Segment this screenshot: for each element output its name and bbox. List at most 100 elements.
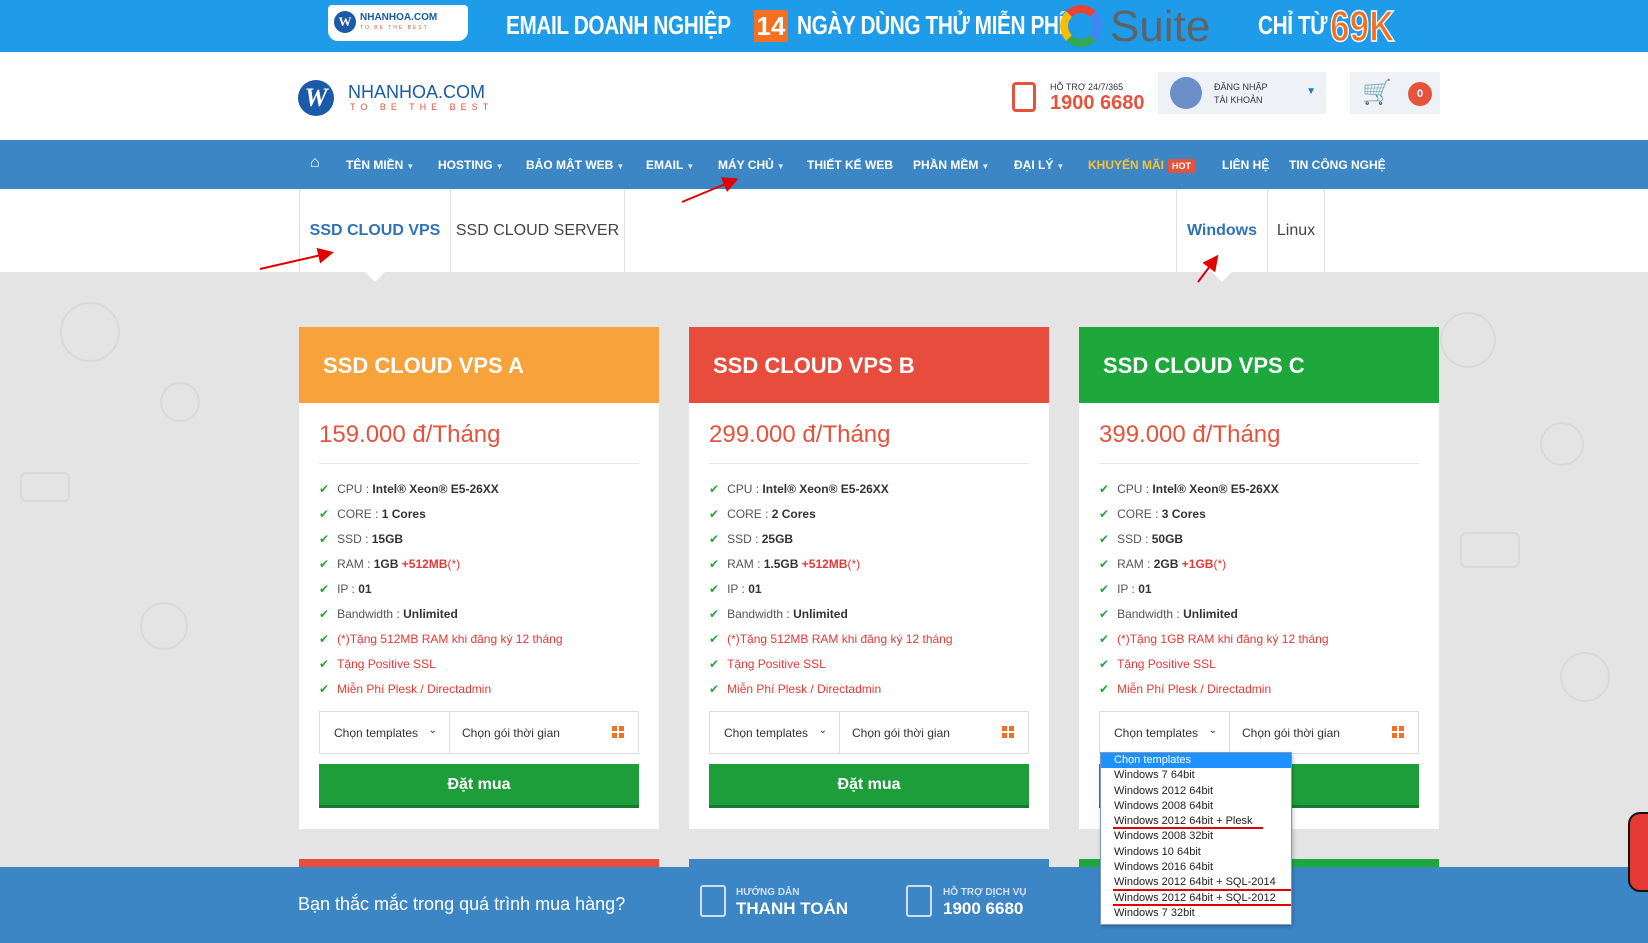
check-icon: ✔ [319, 482, 330, 496]
decor-circle [60, 302, 120, 362]
check-icon: ✔ [709, 657, 720, 671]
feature-list: ✔ CPU : Intel® Xeon® E5-26XX ✔ CORE : 2 Co… [709, 482, 1029, 707]
nav-item-phan-mem[interactable]: PHẦN MỀM ▼ [913, 158, 989, 172]
dropdown-option[interactable]: Windows 7 32bit [1101, 906, 1291, 921]
nav-item-bao-mat-web[interactable]: BẢO MẬT WEB ▼ [526, 158, 624, 172]
tabs-bar [0, 189, 1648, 272]
decor-shape [1460, 532, 1520, 568]
nav-item-lien-he[interactable]: LIÊN HỆ [1222, 158, 1269, 172]
promo-from-text: CHỈ TỪ [1258, 10, 1328, 40]
tab-ssd-cloud-vps[interactable]: SSD CLOUD VPS [299, 189, 451, 272]
buy-button[interactable]: Đặt mua [319, 764, 639, 808]
nav-item-may-chu[interactable]: MÁY CHỦ ▼ [718, 158, 785, 172]
chevron-down-icon: ⌄ [428, 725, 437, 736]
check-icon: ✔ [709, 507, 720, 521]
chevron-down-icon: ▼ [495, 162, 504, 171]
chevron-down-icon: ⌄ [818, 725, 827, 736]
check-icon: ✔ [319, 682, 330, 696]
gsuite-text: Suite [1110, 2, 1211, 51]
feature-promo-ram: ✔ (*)Tặng 512MB RAM khi đăng ký 12 tháng [709, 632, 953, 646]
buy-button[interactable]: Đặt mua [709, 764, 1029, 808]
dropdown-option[interactable]: Windows 2012 64bit + SQL-2012 [1101, 891, 1291, 907]
site-logo-sub: TO BE THE BEST [350, 102, 494, 112]
promo-logo-icon: W [334, 11, 356, 33]
feature-list: ✔ CPU : Intel® Xeon® E5-26XX ✔ CORE : 3 Co… [1099, 482, 1419, 707]
check-icon: ✔ [319, 557, 330, 571]
grid-icon [1392, 726, 1404, 738]
nav-item-khuyen-mai[interactable]: KHUYẾN MÃI HOT [1088, 158, 1196, 173]
dropdown-option[interactable]: Chọn templates [1101, 753, 1291, 769]
dropdown-option[interactable]: Windows 2012 64bit + Plesk [1101, 814, 1291, 830]
nav-item-hosting[interactable]: HOSTING ▼ [438, 158, 504, 172]
tab-pointer [365, 272, 385, 282]
billing-period-select[interactable]: Chọn gói thời gian [450, 712, 638, 753]
check-icon: ✔ [709, 582, 720, 596]
nav-item-thiet-ke-web[interactable]: THIẾT KẾ WEB [807, 158, 893, 172]
support-service-phone[interactable]: 1900 6680 [943, 899, 1023, 919]
user-avatar-icon [1170, 77, 1202, 109]
guide-label[interactable]: HƯỚNG DẪN [736, 887, 800, 898]
template-dropdown-list[interactable]: Chọn templates Windows 7 64bit Windows 2… [1100, 752, 1292, 925]
promo-trial-text: NGÀY DÙNG THỬ MIỄN PHÍ [797, 10, 1064, 40]
dropdown-option[interactable]: Windows 2008 64bit [1101, 799, 1291, 814]
nav-item-email[interactable]: EMAIL ▼ [646, 158, 694, 172]
tab-linux[interactable]: Linux [1268, 189, 1325, 272]
feature-core: ✔ CORE : 1 Cores [319, 507, 426, 521]
check-icon: ✔ [319, 657, 330, 671]
feature-list: ✔ CPU : Intel® Xeon® E5-26XX ✔ CORE : 1 Co… [319, 482, 639, 707]
chevron-down-icon: ▼ [406, 162, 415, 171]
feature-bandwidth: ✔ Bandwidth : Unlimited [709, 607, 848, 621]
cart-icon: 🛒 [1362, 79, 1392, 106]
template-select[interactable]: Chọn templates ⌄ [710, 712, 840, 753]
billing-period-select[interactable]: Chọn gói thời gian [840, 712, 1028, 753]
tab-pointer [1212, 272, 1232, 282]
guide-title[interactable]: THANH TOÁN [736, 899, 848, 919]
billing-period-select[interactable]: Chọn gói thời gian [1230, 712, 1418, 753]
tab-ssd-cloud-server[interactable]: SSD CLOUD SERVER [451, 189, 625, 272]
check-icon: ✔ [1099, 507, 1110, 521]
support-service-label[interactable]: HỖ TRỢ DỊCH VỤ [943, 887, 1027, 898]
dropdown-option[interactable]: Windows 7 64bit [1101, 768, 1291, 783]
plan-title: SSD CLOUD VPS B [689, 327, 1049, 403]
nav-item-dai-ly[interactable]: ĐẠI LÝ ▼ [1014, 158, 1064, 172]
check-icon: ✔ [709, 607, 720, 621]
nav-item-ten-mien[interactable]: TÊN MIỀN ▼ [346, 158, 414, 172]
dropdown-option[interactable]: Windows 2012 64bit + SQL-2014 [1101, 875, 1291, 891]
dropdown-option[interactable]: Windows 2012 64bit [1101, 784, 1291, 799]
template-select[interactable]: Chọn templates ⌄ [320, 712, 450, 753]
decor-circle [160, 382, 200, 422]
login-dropdown[interactable]: ĐĂNG NHẬP TÀI KHOẢN ▼ [1158, 72, 1326, 114]
caret-down-icon: ▼ [1306, 86, 1316, 97]
feature-ram: ✔ RAM : 2GB +1GB(*) [1099, 557, 1227, 571]
chevron-down-icon: ⌄ [1208, 725, 1217, 736]
feature-ssd: ✔ SSD : 15GB [319, 532, 404, 546]
tab-windows[interactable]: Windows [1176, 189, 1268, 272]
google-g-icon [1060, 5, 1102, 47]
template-select[interactable]: Chọn templates ⌄ [1100, 712, 1230, 753]
feature-ram: ✔ RAM : 1.5GB +512MB(*) [709, 557, 861, 571]
plan-selects: Chọn templates ⌄ Chọn gói thời gian [1099, 711, 1419, 754]
plan-selects: Chọn templates ⌄ Chọn gói thời gian [709, 711, 1029, 754]
home-icon[interactable]: ⌂ [310, 154, 320, 172]
dropdown-option[interactable]: Windows 2008 32bit [1101, 829, 1291, 844]
site-logo-text[interactable]: NHANHOA.COM [348, 82, 485, 103]
promo-logo: W NHANHOA.COM TO BE THE BEST [328, 5, 468, 41]
chevron-down-icon: ▼ [981, 162, 990, 171]
check-icon: ✔ [319, 582, 330, 596]
next-card-top [299, 859, 659, 867]
dropdown-option[interactable]: Windows 2016 64bit [1101, 860, 1291, 875]
side-chat-tab[interactable] [1628, 812, 1648, 892]
cart-button[interactable]: 🛒 0 [1350, 72, 1440, 114]
check-icon: ✔ [1099, 582, 1110, 596]
feature-cpu: ✔ CPU : Intel® Xeon® E5-26XX [1099, 482, 1279, 496]
check-icon: ✔ [1099, 657, 1110, 671]
plan-price: 159.000 đ/Tháng [319, 421, 639, 464]
nav-item-tin-cong-nghe[interactable]: TIN CÔNG NGHỆ [1289, 158, 1386, 172]
promo-banner[interactable]: W NHANHOA.COM TO BE THE BEST EMAIL DOANH… [0, 0, 1648, 52]
site-logo-icon[interactable]: W [298, 80, 334, 116]
check-icon: ✔ [319, 507, 330, 521]
dropdown-option[interactable]: Windows 10 64bit [1101, 845, 1291, 860]
support-phone[interactable]: 1900 6680 [1050, 92, 1145, 115]
plan-card-vps-b: SSD CLOUD VPS B 299.000 đ/Tháng ✔ CPU : I… [689, 327, 1049, 829]
support-icon [906, 885, 932, 917]
